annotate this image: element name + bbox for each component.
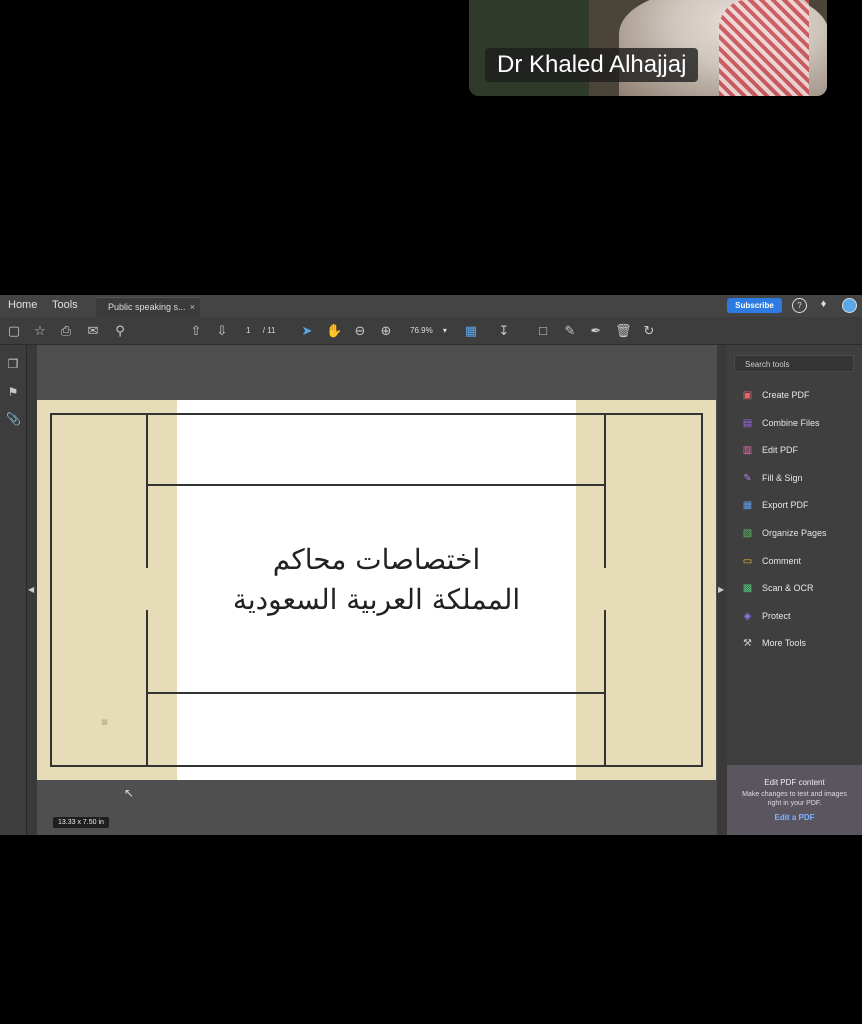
comment-icon: ▭ (742, 555, 753, 567)
slide-title-line-2: المملكة العربية السعودية (232, 583, 521, 616)
tool-item-comment[interactable]: ▭ Comment (741, 554, 861, 570)
frame-line (604, 610, 606, 767)
select-cursor-icon[interactable]: ➤ (299, 323, 315, 339)
comment-icon[interactable]: □ (535, 323, 551, 339)
delete-icon[interactable]: 🗑 (615, 323, 632, 339)
sign-icon[interactable]: ✒ (588, 323, 604, 339)
bookmarks-icon[interactable]: ⚑ (6, 385, 20, 399)
scroll-mode-icon[interactable]: ↧ (496, 323, 512, 339)
page-display-icon[interactable]: ▦ (463, 323, 479, 339)
menu-tools[interactable]: Tools (52, 299, 78, 311)
frame-line (147, 692, 605, 694)
tool-item-label: Combine Files (762, 417, 820, 428)
tab-close-icon[interactable]: × (190, 298, 195, 316)
edit-pdf-icon: ▥ (742, 445, 753, 457)
speaker-name-label: Dr Khaled Alhajjaj (485, 48, 699, 82)
chevron-down-icon: ▾ (442, 326, 447, 335)
frame-line (146, 610, 148, 767)
menu-bar: Home Tools Public speaking s... × Subscr… (0, 295, 862, 317)
page-navigation[interactable]: 1 / 11 (238, 324, 282, 338)
edit-pdf-promo: Edit PDF content Make changes to text an… (727, 765, 862, 835)
tool-item-label: Edit PDF (762, 445, 799, 456)
tool-item-protect[interactable]: ◈ Protect (741, 609, 861, 625)
frame-line (604, 413, 606, 568)
promo-title: Edit PDF content (764, 778, 825, 787)
zoom-in-icon[interactable]: ⊕ (378, 323, 394, 339)
frame-line (147, 484, 605, 486)
slide-title-line-1: اختصاصات محاكم (272, 543, 481, 576)
zoom-level-value: 76.9% (410, 326, 433, 335)
tool-item-fill-and-sign[interactable]: ✎ Fill & Sign (741, 471, 861, 487)
print-icon[interactable]: ⎙ (58, 323, 74, 339)
help-icon[interactable]: ? (792, 298, 807, 313)
previous-page-icon[interactable]: ⇧ (188, 323, 204, 339)
email-icon[interactable]: ✉ (85, 323, 101, 339)
total-pages: / 11 (262, 326, 276, 335)
notification-bell-icon[interactable]: ♦ (817, 298, 830, 311)
tool-item-more-tools[interactable]: ⚒ More Tools (741, 636, 861, 652)
tool-item-export-pdf[interactable]: ▦ Export PDF (741, 498, 861, 514)
current-page-input[interactable]: 1 (246, 326, 250, 335)
slide-title: اختصاصات محاكم المملكة العربية السعودية (177, 540, 576, 620)
collapse-left-arrow-icon[interactable]: ◀ (28, 585, 34, 594)
organize-pages-icon: ▧ (742, 528, 753, 539)
pdf-slide-page: اختصاصات محاكم المملكة العربية السعودية … (37, 400, 716, 780)
zoom-level-select[interactable]: 76.9% ▾ (404, 324, 452, 338)
fill-and-sign-icon: ✎ (743, 472, 752, 484)
slide-logo-watermark: ▦ (101, 719, 108, 726)
tool-item-label: Comment (762, 555, 802, 566)
document-tab[interactable]: Public speaking s... × (96, 297, 200, 317)
page-size-indicator: 13.33 x 7.50 in (53, 817, 109, 828)
search-tools-input[interactable]: Search tools (734, 355, 854, 372)
tool-item-create-pdf[interactable]: ▣ Create PDF (741, 388, 861, 404)
document-tab-title: Public speaking s... (108, 302, 186, 312)
export-pdf-icon: ▦ (742, 500, 753, 512)
pdf-viewer-window: Home Tools Public speaking s... × Subscr… (0, 295, 862, 835)
attachments-paperclip-icon[interactable]: 📎 (6, 412, 21, 426)
subscribe-button[interactable]: Subscribe (727, 298, 782, 313)
edit-a-pdf-link[interactable]: Edit a PDF (727, 813, 862, 822)
collapse-right-arrow-icon[interactable]: ▶ (718, 585, 724, 594)
tools-panel: Search tools ▣ Create PDF ▤ Combine Files ▥ E… (727, 345, 862, 835)
tool-item-label: More Tools (762, 638, 806, 649)
tool-item-organize-pages[interactable]: ▧ Organize Pages (741, 526, 861, 542)
zoom-out-search-icon[interactable]: ⚲ (112, 323, 128, 339)
tool-item-label: Create PDF (762, 390, 810, 400)
more-tools-icon: ⚒ (743, 638, 752, 650)
create-pdf-icon: ▣ (742, 390, 753, 401)
left-navigation-rail: ❐ ⚑ 📎 (0, 345, 27, 835)
promo-description: Make changes to text and images right in… (742, 791, 847, 807)
tool-item-label: Scan & OCR (762, 583, 814, 594)
zoom-out-icon[interactable]: ⊖ (352, 323, 368, 339)
tool-item-label: Fill & Sign (762, 472, 803, 483)
frame-line (146, 413, 148, 568)
combine-files-icon: ▤ (742, 417, 753, 429)
hand-tool-icon[interactable]: ✋ (326, 323, 342, 339)
main-toolbar: ▢ ☆ ⎙ ✉ ⚲ ⇧ ⇩ 1 / 11 ➤ ✋ ⊖ ⊕ 76.9% ▾ ▦ ↧… (0, 317, 862, 345)
profile-avatar-icon[interactable] (842, 298, 857, 313)
bookmark-star-icon[interactable]: ☆ (32, 323, 48, 339)
save-icon[interactable]: ▢ (6, 323, 22, 339)
tool-item-edit-pdf[interactable]: ▥ Edit PDF (741, 443, 861, 459)
frame-line (50, 413, 52, 767)
frame-line (701, 413, 703, 767)
tool-item-combine-files[interactable]: ▤ Combine Files (741, 416, 861, 432)
menu-home[interactable]: Home (8, 299, 37, 311)
participant-video-detail (719, 0, 809, 96)
mouse-cursor-icon: ↖ (124, 786, 135, 800)
tool-item-scan-and-ocr[interactable]: ▩ Scan & OCR (741, 581, 861, 597)
page-thumbnails-icon[interactable]: ❐ (6, 357, 20, 371)
protect-icon: ◈ (743, 610, 752, 622)
tool-item-label: Organize Pages (762, 528, 827, 538)
tool-item-label: Export PDF (762, 500, 809, 511)
scan-and-ocr-icon: ▩ (742, 583, 753, 595)
rotate-icon[interactable]: ↻ (641, 323, 657, 339)
next-page-icon[interactable]: ⇩ (214, 323, 230, 339)
tool-item-label: Protect (762, 610, 791, 621)
highlight-pen-icon[interactable]: ✎ (562, 323, 578, 339)
participant-video-tile: Dr Khaled Alhajjaj (469, 0, 827, 96)
